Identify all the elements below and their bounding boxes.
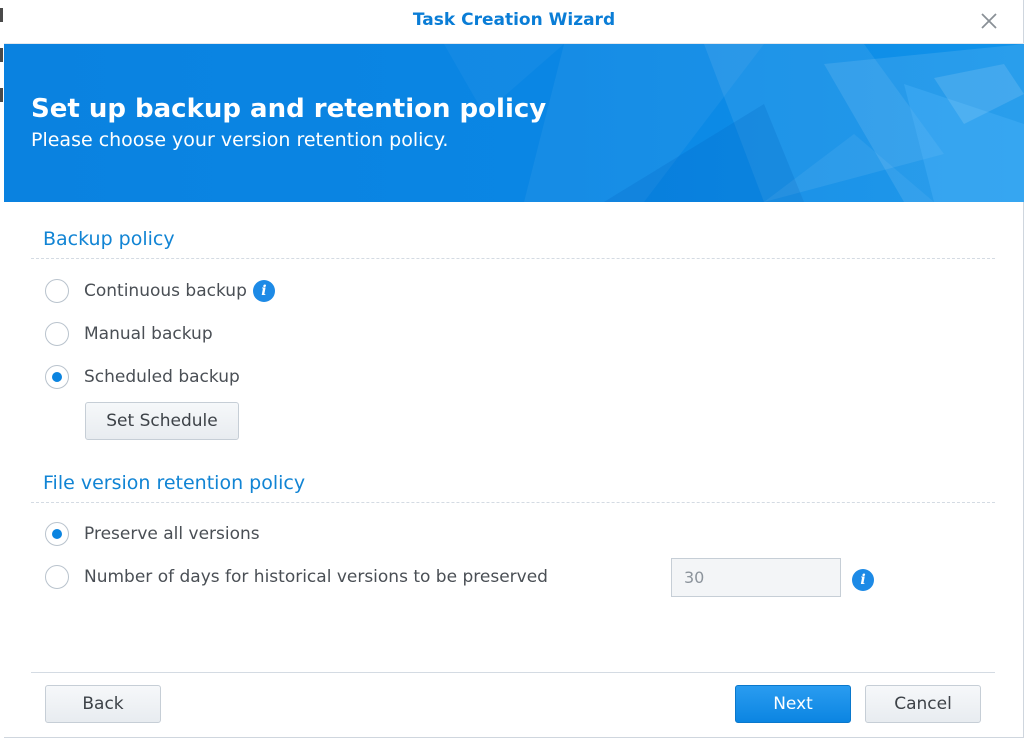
banner-subheading: Please choose your version retention pol…	[31, 129, 449, 151]
set-schedule-button[interactable]: Set Schedule	[85, 402, 239, 440]
radio-scheduled-backup[interactable]: Scheduled backup	[45, 364, 240, 390]
footer-divider	[31, 672, 995, 673]
radio-button[interactable]	[45, 279, 69, 303]
banner-heading: Set up backup and retention policy	[31, 94, 547, 124]
close-icon[interactable]	[978, 10, 1000, 32]
wizard-banner: Set up backup and retention policy Pleas…	[4, 44, 1024, 202]
radio-preserve-all-versions[interactable]: Preserve all versions	[45, 521, 260, 547]
radio-button[interactable]	[45, 565, 69, 589]
cancel-button[interactable]: Cancel	[865, 685, 981, 723]
radio-continuous-backup[interactable]: Continuous backup i	[45, 278, 275, 304]
dialog-title: Task Creation Wizard	[412, 10, 616, 30]
backup-policy-title: Backup policy	[43, 228, 175, 250]
dialog-titlebar[interactable]: Task Creation Wizard	[4, 0, 1024, 44]
radio-button[interactable]	[45, 522, 69, 546]
back-button[interactable]: Back	[45, 685, 161, 723]
section-divider	[31, 258, 995, 259]
radio-manual-backup[interactable]: Manual backup	[45, 321, 213, 347]
radio-label: Preserve all versions	[84, 524, 260, 544]
info-icon[interactable]: i	[852, 569, 874, 591]
radio-button[interactable]	[45, 365, 69, 389]
radio-label: Number of days for historical versions t…	[84, 567, 548, 587]
radio-label: Manual backup	[84, 324, 213, 344]
section-divider	[31, 502, 995, 503]
next-button[interactable]: Next	[735, 685, 851, 723]
radio-label: Continuous backup	[84, 281, 247, 301]
radio-button[interactable]	[45, 322, 69, 346]
retention-policy-title: File version retention policy	[43, 472, 306, 494]
radio-label: Scheduled backup	[84, 367, 240, 387]
info-icon[interactable]: i	[252, 280, 275, 302]
task-creation-wizard-dialog: Task Creation Wizard Set up backup and r…	[4, 0, 1024, 738]
days-input[interactable]: 30	[671, 558, 841, 597]
radio-number-of-days[interactable]: Number of days for historical versions t…	[45, 564, 548, 590]
